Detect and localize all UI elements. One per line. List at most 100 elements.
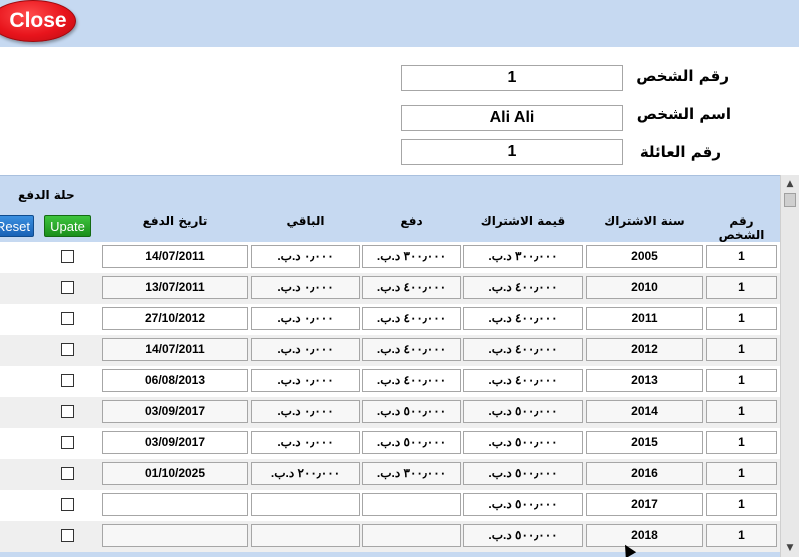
cell-year[interactable]: 2005 xyxy=(586,245,703,268)
cell-year[interactable]: 2014 xyxy=(586,400,703,423)
scroll-thumb[interactable] xyxy=(784,193,796,207)
cell-payment-date[interactable]: 06/08/2013 xyxy=(102,369,248,392)
cell-payment-date[interactable]: 03/09/2017 xyxy=(102,400,248,423)
cell-remaining[interactable]: ٠٫٠٠٠ د.ب. xyxy=(251,400,360,423)
cell-payment-date[interactable] xyxy=(102,524,248,547)
cell-paid[interactable]: ٤٠٠٫٠٠٠ د.ب. xyxy=(362,276,461,299)
cell-paid[interactable]: ٥٠٠٫٠٠٠ د.ب. xyxy=(362,400,461,423)
payment-checkbox[interactable] xyxy=(61,405,74,418)
cell-remaining[interactable]: ٠٫٠٠٠ د.ب. xyxy=(251,245,360,268)
cell-paid[interactable]: ٤٠٠٫٠٠٠ د.ب. xyxy=(362,307,461,330)
family-number-label: رقم العائلة xyxy=(639,143,721,161)
cell-year[interactable]: 2013 xyxy=(586,369,703,392)
payment-checkbox[interactable] xyxy=(61,498,74,511)
cell-payment-date[interactable]: 14/07/2011 xyxy=(102,338,248,361)
header-payment-date: تاريخ الدفع xyxy=(142,214,208,228)
table-row: 1 2018 ٥٠٠٫٠٠٠ د.ب. xyxy=(0,521,780,552)
header-remaining: الباقي xyxy=(286,214,325,228)
close-button[interactable]: Close xyxy=(0,0,76,42)
cell-person-number[interactable]: 1 xyxy=(706,245,777,268)
cell-person-number[interactable]: 1 xyxy=(706,493,777,516)
table-row: 1 2014 ٥٠٠٫٠٠٠ د.ب. ٥٠٠٫٠٠٠ د.ب. ٠٫٠٠٠ د… xyxy=(0,397,780,428)
person-name-label: اسم الشخص xyxy=(636,105,731,123)
cell-year[interactable]: 2011 xyxy=(586,307,703,330)
payment-checkbox[interactable] xyxy=(61,312,74,325)
cell-person-number[interactable]: 1 xyxy=(706,400,777,423)
cell-payment-date[interactable]: 13/07/2011 xyxy=(102,276,248,299)
cell-year[interactable]: 2018 xyxy=(586,524,703,547)
payment-checkbox[interactable] xyxy=(61,343,74,356)
cell-paid[interactable]: ٤٠٠٫٠٠٠ د.ب. xyxy=(362,338,461,361)
cell-remaining[interactable]: ٠٫٠٠٠ د.ب. xyxy=(251,276,360,299)
vertical-scrollbar[interactable]: ▲ ▼ xyxy=(780,175,799,557)
cell-paid[interactable]: ٥٠٠٫٠٠٠ د.ب. xyxy=(362,431,461,454)
cell-payment-date[interactable]: 01/10/2025 xyxy=(102,462,248,485)
cell-year[interactable]: 2015 xyxy=(586,431,703,454)
cell-year[interactable]: 2017 xyxy=(586,493,703,516)
cell-year[interactable]: 2012 xyxy=(586,338,703,361)
cell-subscription-value[interactable]: ٣٠٠٫٠٠٠ د.ب. xyxy=(463,245,583,268)
cell-subscription-value[interactable]: ٥٠٠٫٠٠٠ د.ب. xyxy=(463,462,583,485)
cell-remaining[interactable]: ٠٫٠٠٠ د.ب. xyxy=(251,338,360,361)
cell-remaining[interactable]: ٠٫٠٠٠ د.ب. xyxy=(251,431,360,454)
table-row: 1 2016 ٥٠٠٫٠٠٠ د.ب. ٣٠٠٫٠٠٠ د.ب. ٢٠٠٫٠٠٠… xyxy=(0,459,780,490)
cell-remaining[interactable]: ٠٫٠٠٠ د.ب. xyxy=(251,369,360,392)
family-number-field[interactable]: 1 xyxy=(401,139,623,165)
cell-payment-date[interactable]: 14/07/2011 xyxy=(102,245,248,268)
reset-button[interactable]: Reset xyxy=(0,215,34,237)
cell-paid[interactable] xyxy=(362,524,461,547)
cell-person-number[interactable]: 1 xyxy=(706,462,777,485)
cell-subscription-value[interactable]: ٤٠٠٫٠٠٠ د.ب. xyxy=(463,307,583,330)
cell-subscription-value[interactable]: ٥٠٠٫٠٠٠ د.ب. xyxy=(463,400,583,423)
top-bar: Close xyxy=(0,0,799,47)
payment-status-header: حلة الدفع xyxy=(18,188,75,202)
cell-payment-date[interactable]: 27/10/2012 xyxy=(102,307,248,330)
cell-person-number[interactable]: 1 xyxy=(706,276,777,299)
cell-subscription-value[interactable]: ٥٠٠٫٠٠٠ د.ب. xyxy=(463,524,583,547)
cell-paid[interactable] xyxy=(362,493,461,516)
cell-payment-date[interactable] xyxy=(102,493,248,516)
table-row: 1 2017 ٥٠٠٫٠٠٠ د.ب. xyxy=(0,490,780,521)
payment-checkbox[interactable] xyxy=(61,436,74,449)
cell-paid[interactable]: ٣٠٠٫٠٠٠ د.ب. xyxy=(362,462,461,485)
cell-subscription-value[interactable]: ٥٠٠٫٠٠٠ د.ب. xyxy=(463,431,583,454)
table-row: 1 2011 ٤٠٠٫٠٠٠ د.ب. ٤٠٠٫٠٠٠ د.ب. ٠٫٠٠٠ د… xyxy=(0,304,780,335)
table-row: 1 2012 ٤٠٠٫٠٠٠ د.ب. ٤٠٠٫٠٠٠ د.ب. ٠٫٠٠٠ د… xyxy=(0,335,780,366)
cell-payment-date[interactable]: 03/09/2017 xyxy=(102,431,248,454)
payment-checkbox[interactable] xyxy=(61,467,74,480)
cell-subscription-value[interactable]: ٤٠٠٫٠٠٠ د.ب. xyxy=(463,369,583,392)
payment-checkbox[interactable] xyxy=(61,374,74,387)
person-name-field[interactable]: Ali Ali xyxy=(401,105,623,131)
person-number-field[interactable]: 1 xyxy=(401,65,623,91)
header-person-number: رقم الشخص xyxy=(718,214,765,242)
cell-person-number[interactable]: 1 xyxy=(706,307,777,330)
cell-subscription-value[interactable]: ٤٠٠٫٠٠٠ د.ب. xyxy=(463,276,583,299)
cell-person-number[interactable]: 1 xyxy=(706,338,777,361)
header-subscription-value: قيمة الاشتراك xyxy=(480,214,566,228)
cell-paid[interactable]: ٤٠٠٫٠٠٠ د.ب. xyxy=(362,369,461,392)
payment-checkbox[interactable] xyxy=(61,529,74,542)
cell-year[interactable]: 2016 xyxy=(586,462,703,485)
scroll-up-arrow-icon[interactable]: ▲ xyxy=(783,177,797,191)
header-paid: دفع xyxy=(400,214,423,228)
person-form: 1 رقم الشخص Ali Ali اسم الشخص 1 رقم العا… xyxy=(0,47,799,175)
subscriptions-grid: حلة الدفع Reset Upate رقم الشخص سنة الاش… xyxy=(0,175,780,557)
cell-paid[interactable]: ٣٠٠٫٠٠٠ د.ب. xyxy=(362,245,461,268)
cell-remaining[interactable] xyxy=(251,493,360,516)
cell-person-number[interactable]: 1 xyxy=(706,524,777,547)
cell-remaining[interactable]: ٢٠٠٫٠٠٠ د.ب. xyxy=(251,462,360,485)
payment-checkbox[interactable] xyxy=(61,281,74,294)
table-row: 1 2005 ٣٠٠٫٠٠٠ د.ب. ٣٠٠٫٠٠٠ د.ب. ٠٫٠٠٠ د… xyxy=(0,242,780,273)
payment-checkbox[interactable] xyxy=(61,250,74,263)
table-row: 1 2010 ٤٠٠٫٠٠٠ د.ب. ٤٠٠٫٠٠٠ د.ب. ٠٫٠٠٠ د… xyxy=(0,273,780,304)
cell-person-number[interactable]: 1 xyxy=(706,431,777,454)
scroll-down-arrow-icon[interactable]: ▼ xyxy=(783,541,797,555)
cell-subscription-value[interactable]: ٤٠٠٫٠٠٠ د.ب. xyxy=(463,338,583,361)
cell-year[interactable]: 2010 xyxy=(586,276,703,299)
cell-subscription-value[interactable]: ٥٠٠٫٠٠٠ د.ب. xyxy=(463,493,583,516)
header-subscription-year: سنة الاشتراك xyxy=(604,214,685,228)
cell-remaining[interactable]: ٠٫٠٠٠ د.ب. xyxy=(251,307,360,330)
cell-remaining[interactable] xyxy=(251,524,360,547)
upate-button[interactable]: Upate xyxy=(44,215,91,237)
cell-person-number[interactable]: 1 xyxy=(706,369,777,392)
